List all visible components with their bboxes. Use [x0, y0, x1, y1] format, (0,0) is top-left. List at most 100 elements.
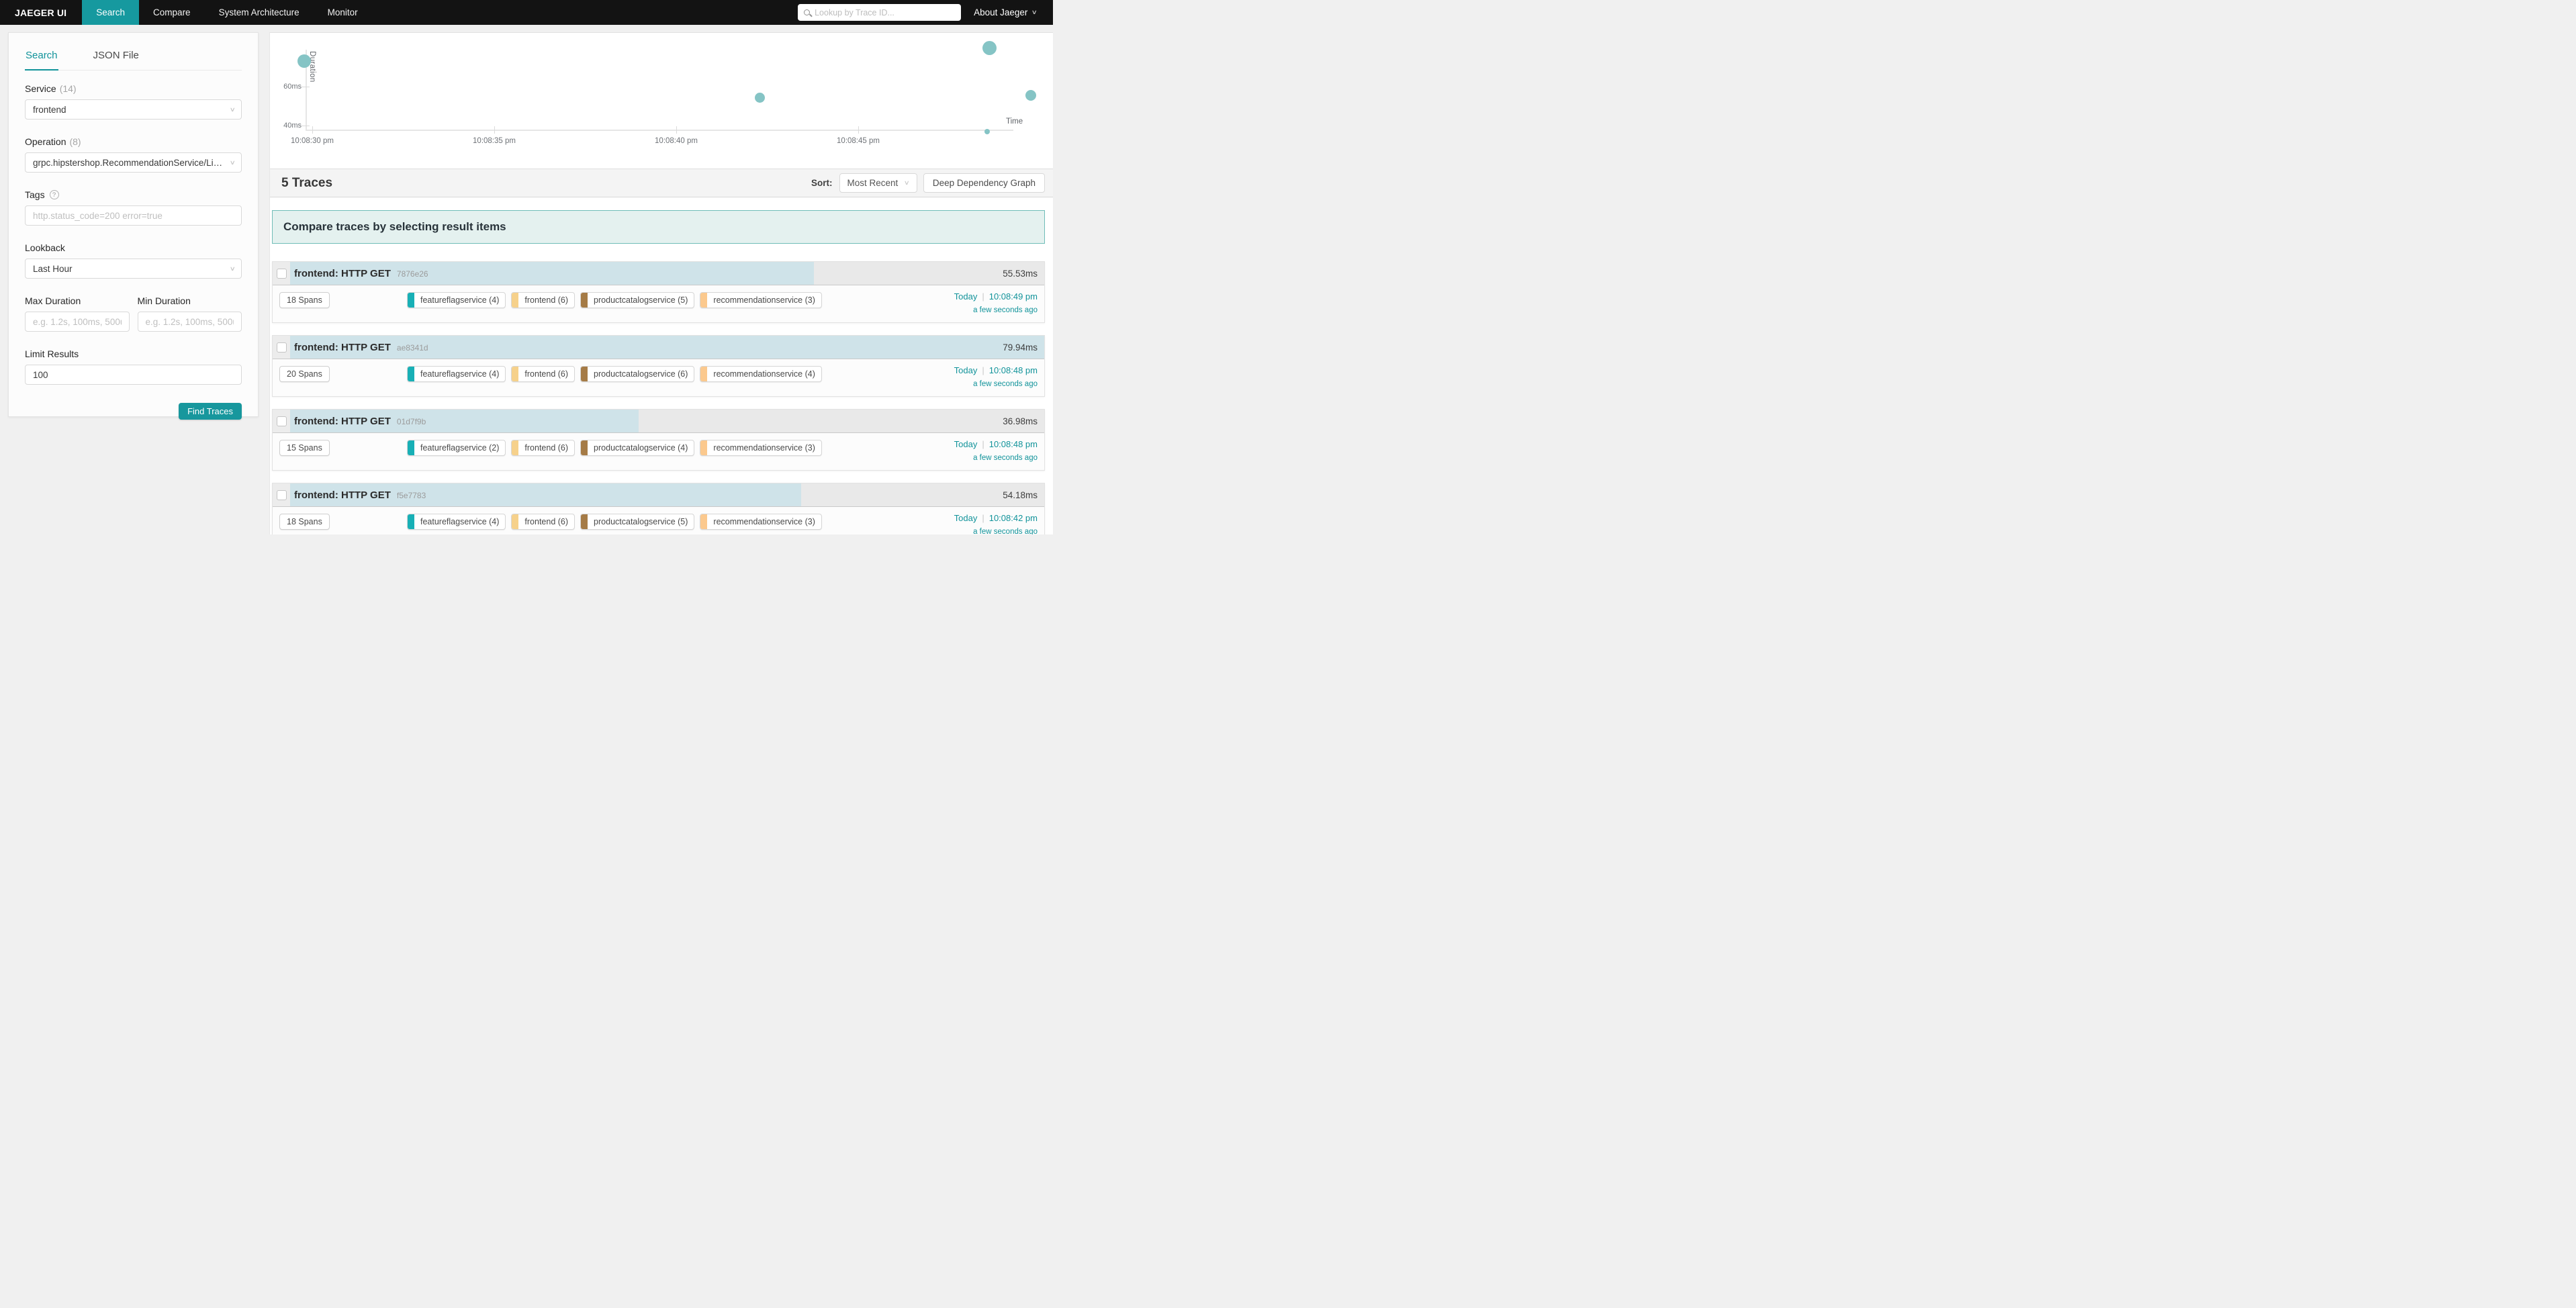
y-tick-label: 60ms: [275, 83, 302, 91]
trace-time-link[interactable]: 10:08:49 pm: [989, 291, 1038, 301]
limit-results-input[interactable]: [33, 370, 234, 380]
trace-timestamp: Today|10:08:42 pm a few seconds ago: [954, 513, 1038, 534]
tags-input-wrap: [25, 205, 242, 226]
trace-day-link[interactable]: Today: [954, 291, 978, 301]
trace-result-row[interactable]: frontend: HTTP GET ae8341d 79.94ms 20 Sp…: [272, 335, 1045, 397]
trace-row-header: frontend: HTTP GET 7876e26 55.53ms: [273, 262, 1044, 285]
deep-dependency-graph-button[interactable]: Deep Dependency Graph: [923, 173, 1045, 193]
service-count: (14): [60, 83, 77, 94]
trace-day-link[interactable]: Today: [954, 513, 978, 523]
min-duration-input[interactable]: [146, 317, 234, 327]
service-chip-featureflagservice: featureflagservice (2): [407, 440, 506, 456]
about-jaeger-menu[interactable]: About Jaeger ∨: [974, 7, 1037, 17]
find-traces-button[interactable]: Find Traces: [179, 403, 242, 420]
trace-scatter-point[interactable]: [755, 93, 765, 103]
sort-value: Most Recent: [847, 178, 899, 188]
max-duration-input[interactable]: [33, 317, 122, 327]
x-axis-line: [306, 130, 1013, 131]
service-chips: featureflagservice (4)frontend (6)produc…: [407, 514, 822, 530]
nav-tab-monitor[interactable]: Monitor: [314, 0, 372, 25]
lookback-select[interactable]: Last Hour ∨: [25, 259, 242, 279]
trace-result-row[interactable]: frontend: HTTP GET 7876e26 55.53ms 18 Sp…: [272, 261, 1045, 323]
trace-row-header: frontend: HTTP GET f5e7783 54.18ms: [273, 483, 1044, 507]
trace-lookup-input[interactable]: [815, 8, 955, 17]
x-tick-mark: [312, 126, 313, 134]
trace-lookup-box[interactable]: [798, 4, 961, 21]
limit-results-label: Limit Results: [25, 348, 242, 359]
min-duration-input-wrap: [138, 312, 242, 332]
sort-select[interactable]: Most Recent ∨: [839, 173, 917, 193]
service-color-swatch: [512, 440, 518, 455]
trace-scatter-point[interactable]: [982, 41, 997, 55]
top-nav-bar: JAEGER UI SearchCompareSystem Architectu…: [0, 0, 1053, 25]
trace-time-link[interactable]: 10:08:48 pm: [989, 365, 1038, 375]
trace-day-link[interactable]: Today: [954, 439, 978, 449]
trace-time-link[interactable]: 10:08:42 pm: [989, 513, 1038, 523]
duration-scatter-plot: 60ms40ms10:08:30 pm10:08:35 pm10:08:40 p…: [270, 33, 1053, 169]
panel-tab-json-file[interactable]: JSON File: [93, 42, 140, 70]
trace-select-checkbox[interactable]: [277, 490, 287, 500]
x-axis-title: Time: [1006, 118, 1023, 126]
trace-checkbox-cell: [273, 410, 290, 432]
trace-scatter-point[interactable]: [984, 129, 990, 134]
service-chip-featureflagservice: featureflagservice (4): [407, 366, 506, 382]
service-field-group: Service (14) frontend ∨: [25, 83, 242, 120]
nav-tab-compare[interactable]: Compare: [139, 0, 205, 25]
service-chip-label: frontend (6): [518, 367, 574, 381]
trace-row-header: frontend: HTTP GET 01d7f9b 36.98ms: [273, 410, 1044, 433]
trace-relative-time: a few seconds ago: [954, 454, 1038, 462]
timestamp-separator: |: [982, 365, 984, 375]
max-duration-label: Max Duration: [25, 295, 130, 306]
trace-duration-value: 54.18ms: [1003, 483, 1038, 506]
app-brand[interactable]: JAEGER UI: [0, 0, 82, 25]
chevron-down-icon: ∨: [1031, 9, 1038, 15]
service-chip-productcatalogservice: productcatalogservice (4): [580, 440, 694, 456]
help-icon[interactable]: ?: [50, 190, 59, 199]
trace-select-checkbox[interactable]: [277, 416, 287, 426]
min-duration-field: Min Duration: [138, 295, 242, 332]
trace-day-link[interactable]: Today: [954, 365, 978, 375]
service-chip-label: featureflagservice (4): [414, 367, 505, 381]
trace-checkbox-cell: [273, 262, 290, 285]
service-chip-recommendationservice: recommendationservice (4): [700, 366, 821, 382]
trace-duration-value: 79.94ms: [1003, 336, 1038, 359]
service-chip-recommendationservice: recommendationservice (3): [700, 440, 821, 456]
operation-select[interactable]: grpc.hipstershop.RecommendationService/L…: [25, 152, 242, 173]
service-label: Service (14): [25, 83, 242, 94]
tags-field-group: Tags ?: [25, 189, 242, 226]
service-select[interactable]: frontend ∨: [25, 99, 242, 120]
service-chip-label: productcatalogservice (4): [588, 440, 694, 455]
search-panel-tabs: Search JSON File: [25, 42, 242, 71]
service-chip-frontend: frontend (6): [511, 366, 575, 382]
nav-tab-search[interactable]: Search: [82, 0, 139, 25]
nav-tab-system-architecture[interactable]: System Architecture: [205, 0, 314, 25]
trace-count-heading: 5 Traces: [281, 176, 332, 191]
x-tick-mark: [858, 126, 859, 134]
trace-result-row[interactable]: frontend: HTTP GET f5e7783 54.18ms 18 Sp…: [272, 483, 1045, 534]
trace-row-body: 18 Spans featureflagservice (4)frontend …: [273, 507, 1044, 534]
service-color-swatch: [408, 293, 414, 308]
chevron-down-icon: ∨: [230, 160, 236, 166]
service-color-swatch: [700, 440, 707, 455]
limit-results-input-wrap: [25, 365, 242, 385]
trace-scatter-point[interactable]: [1025, 90, 1036, 101]
lookback-value: Last Hour: [33, 264, 73, 274]
trace-duration-value: 36.98ms: [1003, 410, 1038, 432]
timestamp-separator: |: [982, 291, 984, 301]
trace-time-link[interactable]: 10:08:48 pm: [989, 439, 1038, 449]
results-list: Compare traces by selecting result items…: [270, 197, 1053, 534]
min-duration-label: Min Duration: [138, 295, 242, 306]
service-color-swatch: [408, 440, 414, 455]
trace-select-checkbox[interactable]: [277, 269, 287, 279]
trace-operation-name: frontend: HTTP GET: [294, 416, 391, 427]
service-color-swatch: [581, 293, 588, 308]
service-chip-label: recommendationservice (3): [707, 293, 821, 308]
trace-row-body: 20 Spans featureflagservice (4)frontend …: [273, 359, 1044, 396]
service-color-swatch: [408, 367, 414, 381]
service-chip-frontend: frontend (6): [511, 292, 575, 308]
panel-tab-search[interactable]: Search: [25, 42, 58, 71]
trace-select-checkbox[interactable]: [277, 342, 287, 353]
service-chips: featureflagservice (4)frontend (6)produc…: [407, 366, 822, 382]
tags-input[interactable]: [33, 211, 234, 221]
trace-result-row[interactable]: frontend: HTTP GET 01d7f9b 36.98ms 15 Sp…: [272, 409, 1045, 471]
